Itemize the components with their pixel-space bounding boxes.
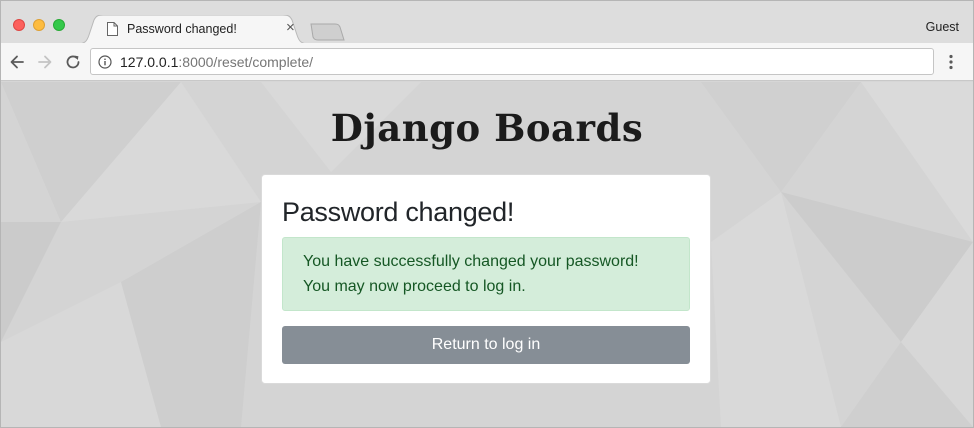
info-icon[interactable] [98,55,112,69]
close-tab-icon[interactable]: × [286,20,295,36]
vertical-dots-icon[interactable] [947,53,955,71]
zoom-window-button[interactable] [53,19,65,31]
new-tab-button[interactable] [309,23,345,41]
url-path: :8000/reset/complete/ [178,54,314,70]
forward-arrow-icon[interactable] [35,52,55,72]
page-icon [107,22,118,36]
back-arrow-icon[interactable] [7,52,27,72]
minimize-window-button[interactable] [33,19,45,31]
return-to-login-button[interactable]: Return to log in [282,326,690,364]
profile-label[interactable]: Guest [926,20,959,34]
alert-line: You have successfully changed your passw… [303,253,639,270]
card-title: Password changed! [282,197,515,227]
tab-password-changed[interactable]: Password changed! × [77,15,309,44]
password-changed-card: Password changed! You have successfully … [261,174,711,384]
brand-logo[interactable]: Django Boards [1,106,973,150]
url-text[interactable]: 127.0.0.1:8000/reset/complete/ [120,54,313,70]
browser-toolbar: 127.0.0.1:8000/reset/complete/ [1,43,973,81]
address-bar[interactable]: 127.0.0.1:8000/reset/complete/ [90,48,934,75]
tab-strip: Password changed! × Guest [1,1,973,44]
tab-title: Password changed! [127,22,237,36]
success-alert: You have successfully changed your passw… [282,237,690,311]
alert-line: You may now proceed to log in. [303,278,526,295]
page-content: Django Boards Password changed! You have… [1,82,973,427]
close-window-button[interactable] [13,19,25,31]
url-host: 127.0.0.1 [120,54,179,70]
browser-window: Password changed! × Guest 127.0.0.1:8000… [0,0,974,428]
reload-icon[interactable] [63,52,83,72]
